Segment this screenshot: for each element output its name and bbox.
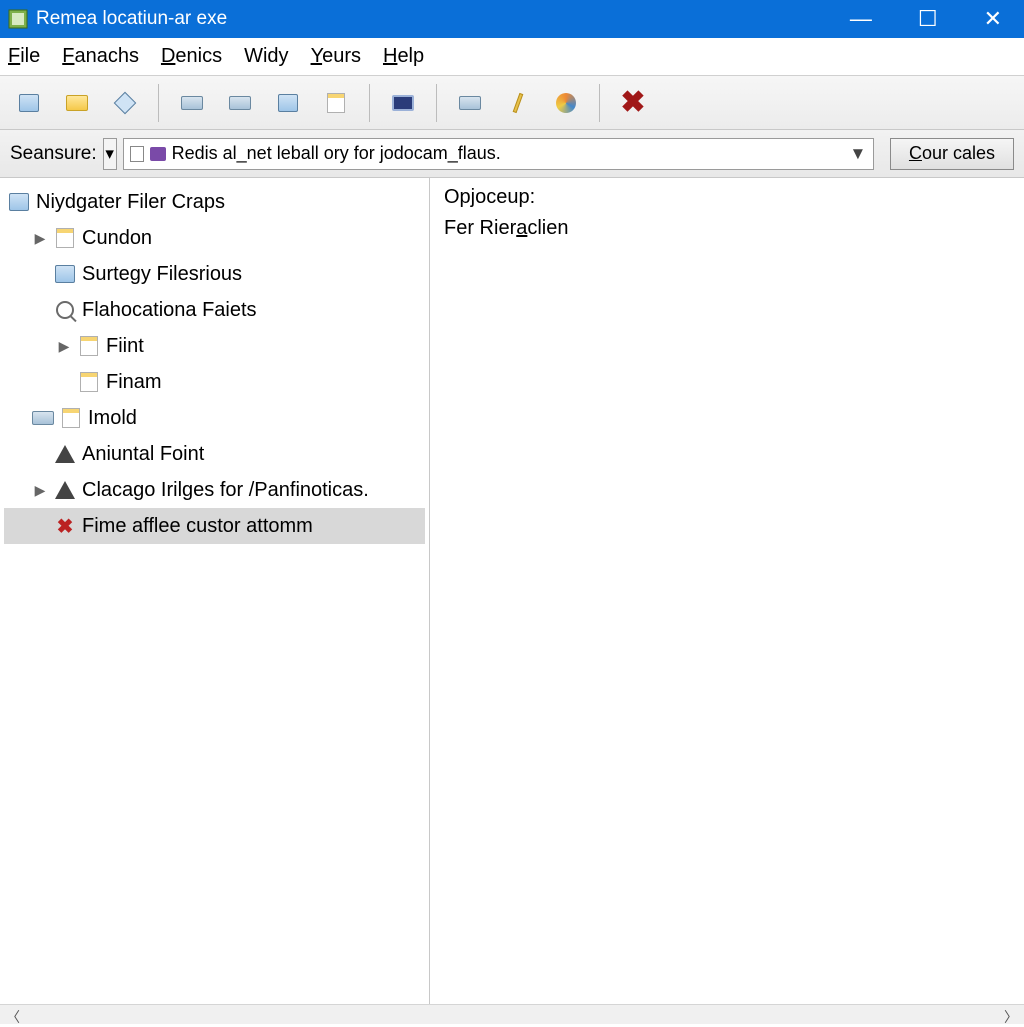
main-content: Niydgater Filer Craps ▶ Cundon Surtegy F… <box>0 178 1024 1004</box>
diamond-icon <box>114 91 137 114</box>
toolbar-separator <box>369 84 370 122</box>
tree-item-aniuntal[interactable]: Aniuntal Foint <box>4 436 425 472</box>
tree-item-label: Imold <box>88 407 137 430</box>
pencil-icon <box>513 92 524 112</box>
x-icon: ✖ <box>54 515 76 537</box>
tree-item-flahocationa[interactable]: Flahocationa Faiets <box>4 292 425 328</box>
go-button[interactable]: Cour cales <box>890 138 1014 170</box>
tree-root[interactable]: Niydgater Filer Craps <box>4 184 425 220</box>
minimize-button[interactable]: — <box>850 6 872 32</box>
drive-icon <box>181 96 203 110</box>
list-icon <box>78 371 100 393</box>
document-icon <box>54 263 76 285</box>
folder-icon <box>66 95 88 111</box>
expander-icon[interactable]: ▶ <box>32 230 48 247</box>
tree-item-finam[interactable]: Finam <box>4 364 425 400</box>
window-title: Remea locatiun-ar exe <box>36 8 850 30</box>
warning-icon <box>54 443 76 465</box>
menu-yeurs[interactable]: Yeurs <box>311 45 361 68</box>
address-dropdown[interactable]: ▼ <box>849 144 867 164</box>
tree-item-surtegy[interactable]: Surtegy Filesrious <box>4 256 425 292</box>
toolbar-btn-6[interactable] <box>269 84 307 122</box>
warning-icon <box>54 479 76 501</box>
toolbar-btn-12[interactable]: ✖ <box>614 84 652 122</box>
note-icon <box>60 407 82 429</box>
tree-item-label: Fime afflee custor attomm <box>82 515 313 538</box>
tree-item-label: Fiint <box>106 335 144 358</box>
horizontal-scrollbar[interactable]: 〈 〉 <box>0 1004 1024 1024</box>
network-icon <box>278 94 298 112</box>
menu-widy[interactable]: Widy <box>244 45 288 68</box>
tree-item-clacago[interactable]: ▶ Clacago Irilges for /Panfinoticas. <box>4 472 425 508</box>
menu-help[interactable]: Help <box>383 45 424 68</box>
note-icon <box>327 93 345 113</box>
tree-item-label: Flahocationa Faiets <box>82 299 257 322</box>
tree-item-fime[interactable]: ✖ Fime afflee custor attomm <box>4 508 425 544</box>
computer-icon <box>8 191 30 213</box>
detail-value: Fer Rieraclien <box>444 217 1010 240</box>
toolbar: ✖ <box>0 76 1024 130</box>
folder-note-icon <box>54 227 76 249</box>
monitor-icon <box>392 95 414 111</box>
detail-label: Opjoceup: <box>444 186 1010 209</box>
scroll-right-icon[interactable]: 〉 <box>1002 1007 1020 1023</box>
close-button[interactable]: ✕ <box>984 6 1002 32</box>
delete-icon: ✖ <box>620 85 645 120</box>
menu-denics[interactable]: Denics <box>161 45 222 68</box>
toolbar-btn-10[interactable] <box>499 84 537 122</box>
tree-pane: Niydgater Filer Craps ▶ Cundon Surtegy F… <box>0 178 430 1004</box>
note-icon <box>78 335 100 357</box>
expander-icon[interactable]: ▶ <box>56 338 72 355</box>
address-label: Seansure: <box>10 143 97 165</box>
drive-icon <box>32 407 54 429</box>
toolbar-separator <box>158 84 159 122</box>
tree-item-label: Clacago Irilges for /Panfinoticas. <box>82 479 369 502</box>
box-icon <box>19 94 39 112</box>
app-icon <box>8 9 28 29</box>
tree-item-label: Cundon <box>82 227 152 250</box>
address-text: Redis al_net leball ory for jodocam_flau… <box>172 143 843 164</box>
toolbar-btn-4[interactable] <box>173 84 211 122</box>
refresh-icon <box>556 93 576 113</box>
drive-search-icon <box>229 96 251 110</box>
toolbar-btn-7[interactable] <box>317 84 355 122</box>
tree-item-fiint[interactable]: ▶ Fiint <box>4 328 425 364</box>
maximize-button[interactable]: ☐ <box>918 6 938 32</box>
toolbar-btn-3[interactable] <box>106 84 144 122</box>
tree-item-label: Aniuntal Foint <box>82 443 204 466</box>
tree-root-label: Niydgater Filer Craps <box>36 191 225 214</box>
toolbar-btn-9[interactable] <box>451 84 489 122</box>
address-history-dropdown[interactable]: ▾ <box>103 138 117 170</box>
search-icon <box>54 299 76 321</box>
menubar: File Fanachs Denics Widy Yeurs Help <box>0 38 1024 76</box>
tree-item-label: Finam <box>106 371 162 394</box>
tree-item-imold[interactable]: Imold <box>4 400 425 436</box>
toolbar-btn-8[interactable] <box>384 84 422 122</box>
address-bar: Seansure: ▾ Redis al_net leball ory for … <box>0 130 1024 178</box>
printer-icon <box>459 96 481 110</box>
menu-fanachs[interactable]: Fanachs <box>62 45 139 68</box>
scroll-left-icon[interactable]: 〈 <box>4 1007 22 1023</box>
address-icon-2 <box>150 147 166 161</box>
expander-icon[interactable]: ▶ <box>32 482 48 499</box>
toolbar-separator <box>436 84 437 122</box>
toolbar-btn-11[interactable] <box>547 84 585 122</box>
detail-pane: Opjoceup: Fer Rieraclien <box>430 178 1024 1004</box>
menu-file[interactable]: File <box>8 45 40 68</box>
address-input[interactable]: Redis al_net leball ory for jodocam_flau… <box>123 138 874 170</box>
tree-item-cundon[interactable]: ▶ Cundon <box>4 220 425 256</box>
toolbar-btn-2[interactable] <box>58 84 96 122</box>
toolbar-btn-5[interactable] <box>221 84 259 122</box>
tree-item-label: Surtegy Filesrious <box>82 263 242 286</box>
address-icon-1 <box>130 146 144 162</box>
toolbar-separator <box>599 84 600 122</box>
toolbar-btn-1[interactable] <box>10 84 48 122</box>
titlebar: Remea locatiun-ar exe — ☐ ✕ <box>0 0 1024 38</box>
